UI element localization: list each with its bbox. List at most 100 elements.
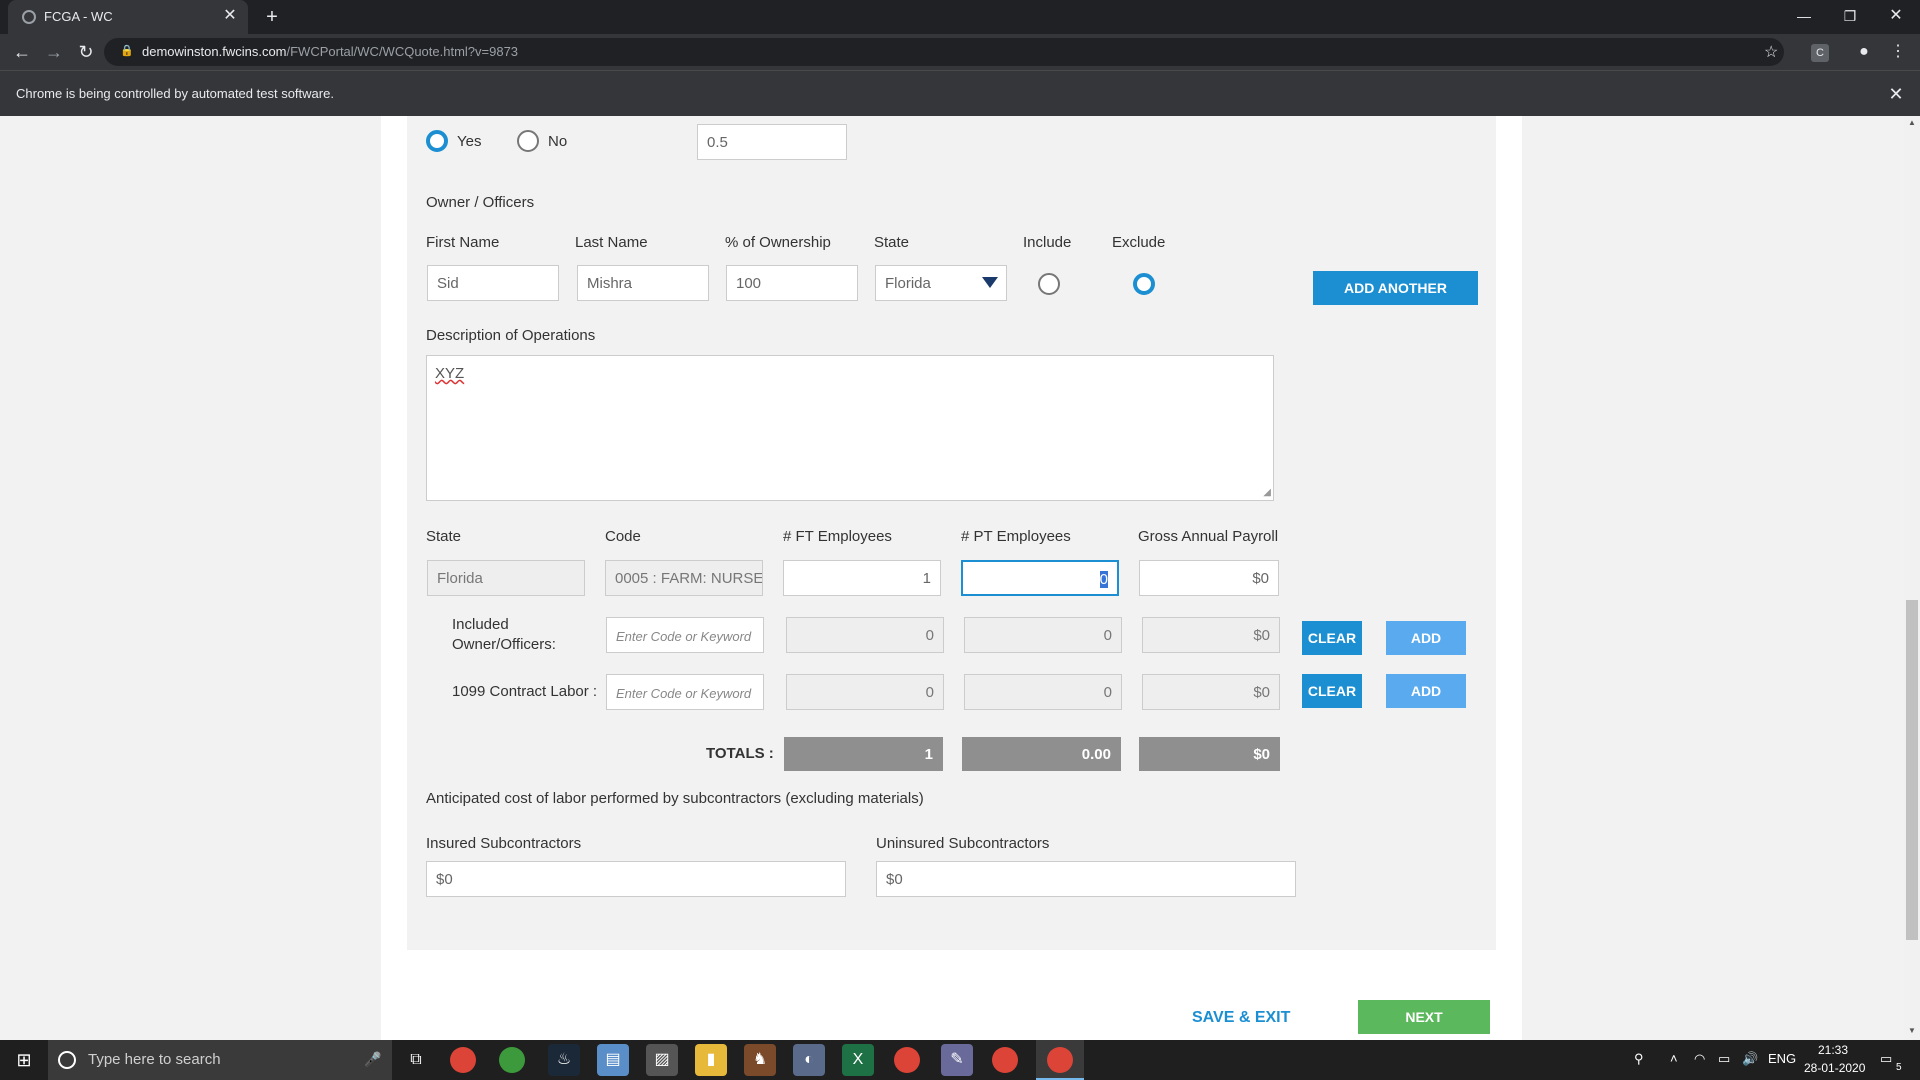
included-ft-field: 0 <box>786 617 944 653</box>
exclude-label: Exclude <box>1112 234 1166 251</box>
globe-icon <box>22 10 36 24</box>
uninsured-sub-label: Uninsured Subcontractors <box>876 835 1050 852</box>
class-state-field: Florida <box>427 560 585 596</box>
resize-handle-icon[interactable]: ◢ <box>1263 487 1271 498</box>
include-radio[interactable] <box>1038 273 1060 295</box>
file-explorer-icon[interactable]: ▮ <box>695 1044 727 1076</box>
uninsured-sub-field[interactable]: $0 <box>876 861 1296 897</box>
scrollbar-thumb[interactable] <box>1906 600 1918 940</box>
chrome-icon-3[interactable] <box>992 1047 1018 1073</box>
chrome-active-icon <box>1047 1047 1073 1073</box>
scroll-down-icon[interactable]: ▼ <box>1908 1026 1916 1035</box>
included-owners-label-1: Included <box>452 616 509 633</box>
scroll-up-icon[interactable]: ▲ <box>1908 118 1916 127</box>
taskbar-search-box[interactable]: Type here to search 🎤 <box>48 1040 392 1080</box>
wifi-icon[interactable]: ◠ <box>1694 1051 1705 1067</box>
address-bar[interactable]: 🔒 demowinston.fwcins.com/FWCPortal/WC/WC… <box>104 38 1784 66</box>
contract-clear-button[interactable]: CLEAR <box>1302 674 1362 708</box>
ft-employees-field[interactable]: 1 <box>783 560 941 596</box>
owner-state-value: Florida <box>885 275 931 292</box>
included-code-input[interactable]: Enter Code or Keyword <box>606 617 764 653</box>
language-indicator[interactable]: ENG <box>1768 1051 1796 1066</box>
task-view-icon[interactable]: ⧉ <box>400 1044 432 1076</box>
owners-section-title: Owner / Officers <box>426 194 535 211</box>
include-label: Include <box>1023 234 1072 251</box>
yes-radio[interactable] <box>426 130 448 152</box>
totals-pt: 0.00 <box>962 737 1121 771</box>
extension-icon[interactable]: C <box>1808 40 1832 64</box>
lock-icon: 🔒 <box>120 45 134 57</box>
contract-add-button[interactable]: ADD <box>1386 674 1466 708</box>
new-tab-icon[interactable]: + <box>260 5 284 29</box>
clock-date[interactable]: 28-01-2020 <box>1804 1061 1865 1075</box>
notification-icon[interactable]: ▭ <box>1880 1051 1892 1067</box>
contract-code-input[interactable]: Enter Code or Keyword <box>606 674 764 710</box>
game-icon[interactable]: ♞ <box>744 1044 776 1076</box>
description-textarea[interactable]: XYZ ◢ <box>426 355 1274 501</box>
star-icon[interactable]: ☆ <box>1764 42 1778 62</box>
reload-icon[interactable]: ↻ <box>74 40 98 64</box>
back-icon[interactable]: ← <box>10 40 34 64</box>
included-pt-field: 0 <box>964 617 1122 653</box>
pt-employees-field[interactable]: 0 <box>961 560 1119 596</box>
included-clear-button[interactable]: CLEAR <box>1302 621 1362 655</box>
next-button[interactable]: NEXT <box>1358 1000 1490 1034</box>
excel-icon[interactable]: X <box>842 1044 874 1076</box>
payroll-header: Gross Annual Payroll <box>1138 528 1279 545</box>
no-radio[interactable] <box>517 130 539 152</box>
people-icon[interactable]: ⚲ <box>1634 1051 1644 1067</box>
steam-icon[interactable]: ♨ <box>548 1044 580 1076</box>
exclude-radio[interactable] <box>1133 273 1155 295</box>
tray-chevron-icon[interactable]: ˄ <box>1670 1051 1678 1066</box>
last-name-field[interactable]: Mishra <box>577 265 709 301</box>
forward-icon[interactable]: → <box>42 40 66 64</box>
save-exit-link[interactable]: SAVE & EXIT <box>1192 1009 1290 1027</box>
browser-tab[interactable]: FCGA - WC ✕ <box>8 0 248 34</box>
payroll-field[interactable]: $0 <box>1139 560 1279 596</box>
account-icon[interactable]: ● <box>1852 40 1876 64</box>
owner-state-select[interactable]: Florida <box>875 265 1007 301</box>
windows-start-icon[interactable]: ⊞ <box>0 1040 48 1080</box>
url-host: demowinston.fwcins.com <box>142 44 287 59</box>
volume-icon[interactable]: 🔊 <box>1742 1051 1758 1067</box>
close-tab-icon[interactable]: ✕ <box>220 6 240 26</box>
insured-sub-field[interactable]: $0 <box>426 861 846 897</box>
contract-ft-field: 0 <box>786 674 944 710</box>
insured-sub-label: Insured Subcontractors <box>426 835 582 852</box>
description-value: XYZ <box>435 365 465 382</box>
contract-payroll-field: $0 <box>1142 674 1280 710</box>
class-state-header: State <box>426 528 462 545</box>
class-code-field[interactable]: 0005 : FARM: NURSE <box>605 560 763 596</box>
chrome-active-task[interactable] <box>1036 1040 1084 1080</box>
browser-tab-strip: FCGA - WC ✕ + — ❐ ✕ <box>0 0 1920 34</box>
clock-time[interactable]: 21:33 <box>1818 1043 1848 1057</box>
chrome-icon-2[interactable] <box>894 1047 920 1073</box>
url-path: /FWCPortal/WC/WCQuote.html?v=9873 <box>286 44 519 59</box>
contract-labor-label: 1099 Contract Labor : <box>452 683 598 700</box>
menu-kebab-icon[interactable]: ⋮ <box>1886 40 1910 64</box>
form-panel: Yes No 0.5 Owner / Officers First Name L… <box>407 116 1496 950</box>
chrome-icon[interactable] <box>450 1047 476 1073</box>
utorrent-icon[interactable] <box>499 1047 525 1073</box>
close-infobar-icon[interactable]: ✕ <box>1884 82 1908 106</box>
url-text: demowinston.fwcins.com/FWCPortal/WC/WCQu… <box>142 44 518 59</box>
subcontractors-heading: Anticipated cost of labor performed by s… <box>426 790 924 807</box>
first-name-field[interactable]: Sid <box>427 265 559 301</box>
close-window-icon[interactable]: ✕ <box>1876 4 1916 28</box>
top-value-input[interactable]: 0.5 <box>697 124 847 160</box>
ownership-label: % of Ownership <box>725 234 831 251</box>
microphone-icon[interactable]: 🎤 <box>364 1051 381 1068</box>
included-add-button[interactable]: ADD <box>1386 621 1466 655</box>
eclipse-icon[interactable]: ◐ <box>793 1044 825 1076</box>
battery-icon[interactable]: ▭ <box>1718 1051 1730 1067</box>
add-another-button[interactable]: ADD ANOTHER <box>1313 271 1478 305</box>
ownership-field[interactable]: 100 <box>726 265 858 301</box>
page-viewport: Yes No 0.5 Owner / Officers First Name L… <box>0 116 1904 1040</box>
pt-employees-selected-value: 0 <box>1099 571 1108 588</box>
windows-taskbar: ⊞ Type here to search 🎤 ⧉ ♨ ▤ ▨ ▮ ♞ ◐ X … <box>0 1040 1920 1080</box>
restore-icon[interactable]: ❐ <box>1830 4 1870 28</box>
app-icon[interactable]: ▤ <box>597 1044 629 1076</box>
photos-icon[interactable]: ▨ <box>646 1044 678 1076</box>
minimize-icon[interactable]: — <box>1784 4 1824 28</box>
paint-icon[interactable]: ✎ <box>941 1044 973 1076</box>
